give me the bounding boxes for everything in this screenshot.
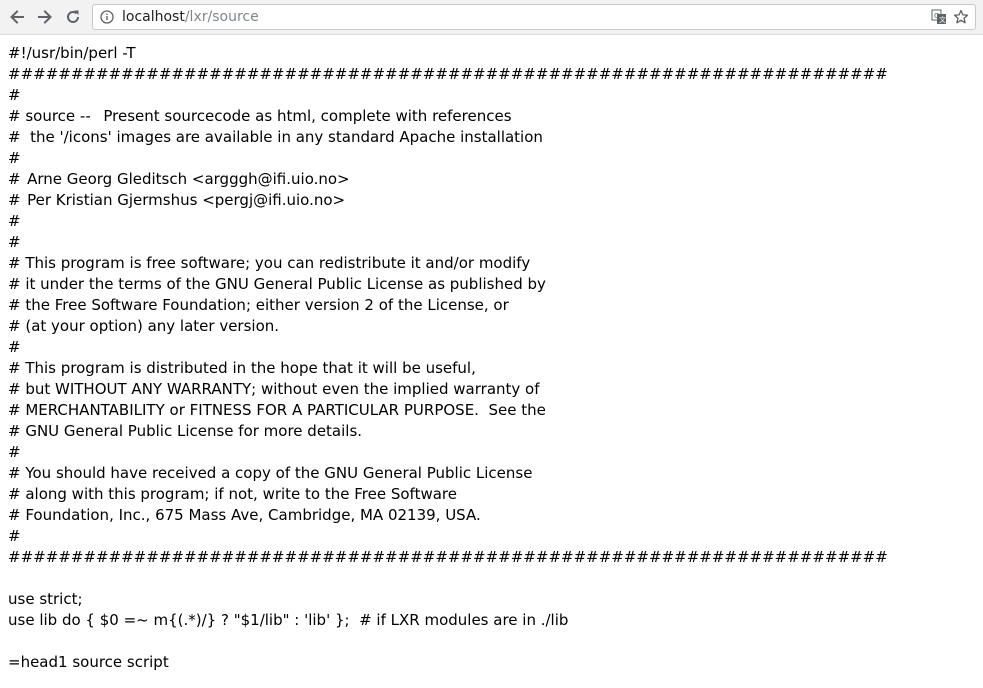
address-bar[interactable]: localhost/lxr/source G 文 xyxy=(92,4,976,30)
source-line: # This program is free software; you can… xyxy=(8,254,531,272)
source-line: # Foundation, Inc., 675 Mass Ave, Cambri… xyxy=(8,506,481,524)
source-line: # MERCHANTABILITY or FITNESS FOR A PARTI… xyxy=(8,401,546,419)
source-text: #!/usr/bin/perl -T ######################… xyxy=(8,43,968,673)
translate-icon[interactable]: G 文 xyxy=(931,9,947,25)
source-line: use lib do { $0 =~ m{(.*)/} ? "$1/lib" :… xyxy=(8,611,569,629)
source-line: # but WITHOUT ANY WARRANTY; without even… xyxy=(8,380,540,398)
source-line: # the Free Software Foundation; either v… xyxy=(8,296,509,314)
source-line: #!/usr/bin/perl -T xyxy=(8,44,136,62)
source-line: # You should have received a copy of the… xyxy=(8,464,533,482)
source-line: # xyxy=(8,527,21,545)
source-line: # xyxy=(8,443,21,461)
source-line: # This program is distributed in the hop… xyxy=(8,359,476,377)
source-line: ########################################… xyxy=(8,548,888,566)
source-line: ########################################… xyxy=(8,65,888,83)
reload-button[interactable] xyxy=(62,6,84,28)
source-line: # xyxy=(8,338,21,356)
url-host: localhost xyxy=(122,9,185,25)
source-line: # the '/icons' images are available in a… xyxy=(8,128,543,146)
source-line: # xyxy=(8,233,21,251)
source-line xyxy=(8,568,968,589)
source-line: =head1 source script xyxy=(8,653,169,671)
arrow-right-icon xyxy=(38,10,52,24)
source-line: # Arne Georg Gleditsch <argggh@ifi.uio.n… xyxy=(8,170,350,188)
url-text[interactable]: localhost/lxr/source xyxy=(122,5,259,29)
source-line: # it under the terms of the GNU General … xyxy=(8,275,546,293)
source-line: # xyxy=(8,212,21,230)
back-button[interactable] xyxy=(6,6,28,28)
source-line: # GNU General Public License for more de… xyxy=(8,422,363,440)
reload-icon xyxy=(67,10,79,23)
source-line: # xyxy=(8,86,21,104)
source-line: # xyxy=(8,149,21,167)
url-path: /lxr/source xyxy=(184,9,259,25)
bookmark-star-icon[interactable] xyxy=(953,9,969,25)
forward-button[interactable] xyxy=(34,6,56,28)
source-line xyxy=(8,631,968,652)
arrow-left-icon xyxy=(10,10,24,24)
browser-toolbar: localhost/lxr/source G 文 xyxy=(0,0,983,35)
info-icon[interactable] xyxy=(100,10,114,24)
source-line: # source -- Present sourcecode as html, … xyxy=(8,107,512,125)
svg-text:文: 文 xyxy=(939,15,946,24)
source-line: # Per Kristian Gjermshus <pergj@ifi.uio.… xyxy=(8,191,346,209)
source-line: # along with this program; if not, write… xyxy=(8,485,457,503)
source-line: use strict; xyxy=(8,590,83,608)
source-line: # (at your option) any later version. xyxy=(8,317,280,335)
